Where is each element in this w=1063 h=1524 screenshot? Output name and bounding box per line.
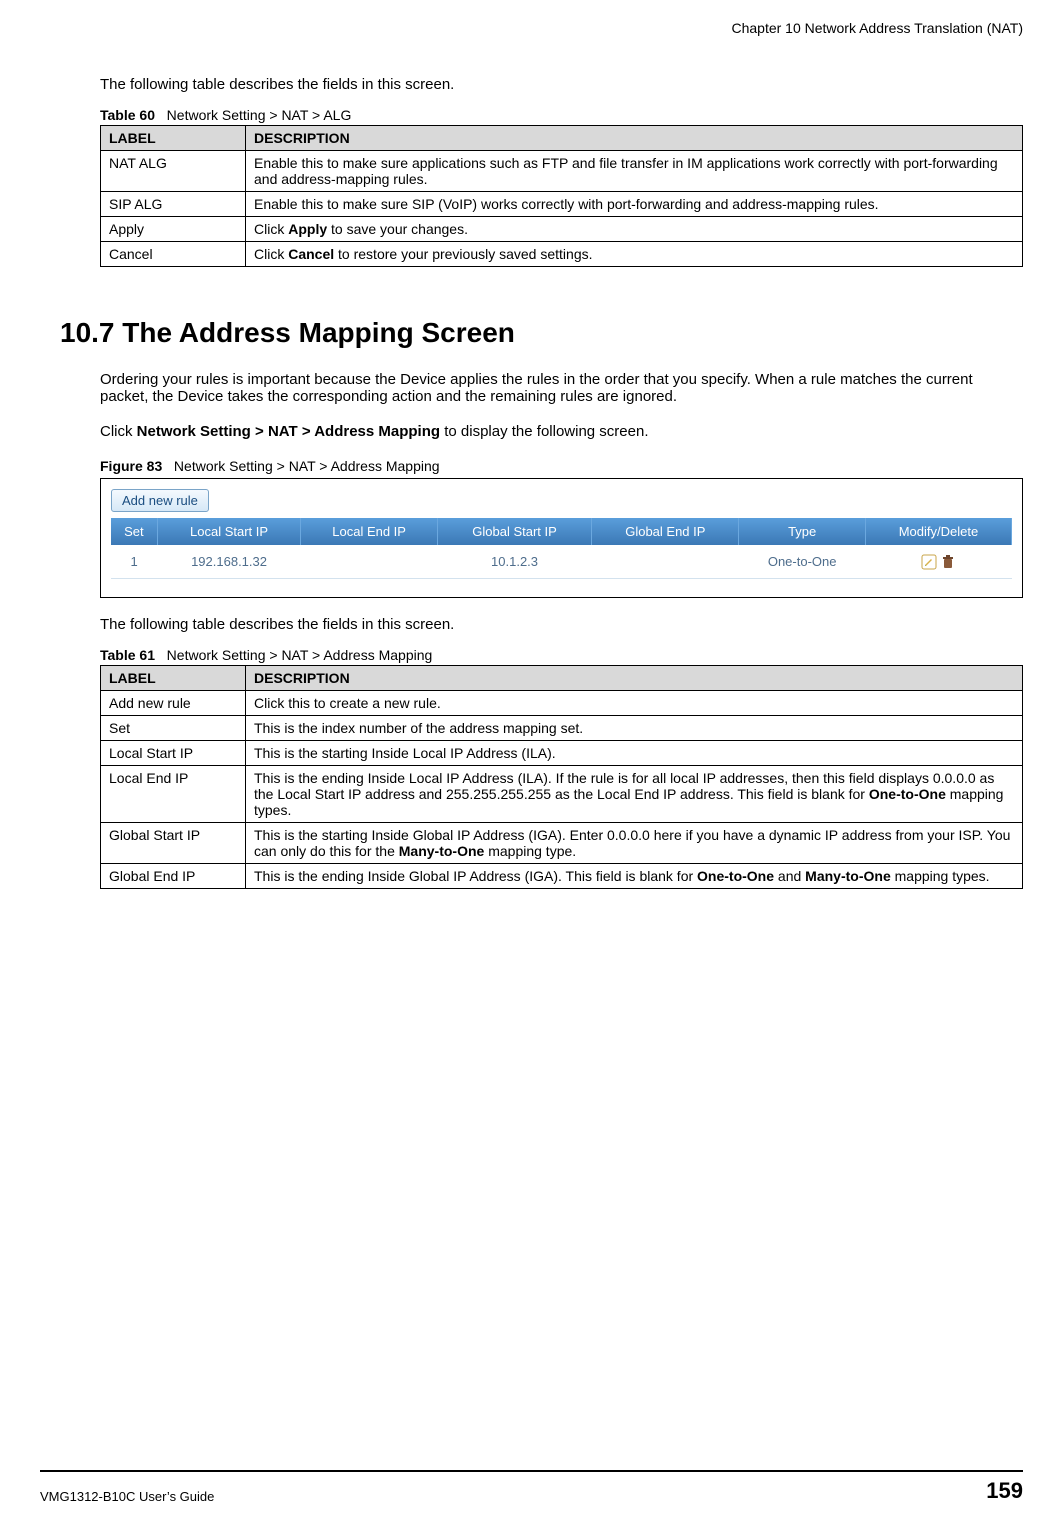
col-set: Set bbox=[111, 518, 157, 545]
figure83-screenshot: Add new rule Set Local Start IP Local En… bbox=[100, 478, 1023, 598]
edit-icon[interactable] bbox=[921, 554, 937, 570]
cell-description: This is the starting Inside Local IP Add… bbox=[246, 740, 1023, 765]
figure83-caption-prefix: Figure 83 bbox=[100, 458, 162, 474]
col-global-end-ip: Global End IP bbox=[592, 518, 739, 545]
cell-label: Set bbox=[101, 715, 246, 740]
col-type: Type bbox=[739, 518, 865, 545]
intro-text-1: The following table describes the fields… bbox=[100, 76, 1023, 93]
cell-label: Global Start IP bbox=[101, 822, 246, 863]
figure83-caption-text: Network Setting > NAT > Address Mapping bbox=[174, 458, 440, 474]
paragraph-click-path: Click Network Setting > NAT > Address Ma… bbox=[100, 423, 1023, 440]
table-row: CancelClick Cancel to restore your previ… bbox=[101, 242, 1023, 267]
cell-description: This is the ending Inside Global IP Addr… bbox=[246, 863, 1023, 888]
table61-head-desc: DESCRIPTION bbox=[246, 665, 1023, 690]
section-heading-10-7: 10.7 The Address Mapping Screen bbox=[60, 317, 1023, 349]
cell-global-end bbox=[592, 545, 739, 578]
table-row: Local End IPThis is the ending Inside Lo… bbox=[101, 765, 1023, 822]
cell-description: This is the starting Inside Global IP Ad… bbox=[246, 822, 1023, 863]
cell-description: This is the index number of the address … bbox=[246, 715, 1023, 740]
cell-local-start: 192.168.1.32 bbox=[157, 545, 301, 578]
table60-head-desc: DESCRIPTION bbox=[246, 126, 1023, 151]
table61-caption: Table 61 Network Setting > NAT > Address… bbox=[100, 647, 1023, 663]
table-row: Local Start IPThis is the starting Insid… bbox=[101, 740, 1023, 765]
cell-label: Local Start IP bbox=[101, 740, 246, 765]
cell-description: This is the ending Inside Local IP Addre… bbox=[246, 765, 1023, 822]
table60-head-label: LABEL bbox=[101, 126, 246, 151]
add-new-rule-button[interactable]: Add new rule bbox=[111, 489, 209, 512]
delete-icon[interactable] bbox=[940, 554, 956, 570]
table-row: SIP ALGEnable this to make sure SIP (VoI… bbox=[101, 192, 1023, 217]
cell-label: NAT ALG bbox=[101, 151, 246, 192]
col-local-end-ip: Local End IP bbox=[301, 518, 438, 545]
page-footer: VMG1312-B10C User’s Guide 159 bbox=[40, 1470, 1023, 1504]
table61-caption-prefix: Table 61 bbox=[100, 647, 155, 663]
cell-set: 1 bbox=[111, 545, 157, 578]
cell-label: Global End IP bbox=[101, 863, 246, 888]
table61: LABEL DESCRIPTION Add new ruleClick this… bbox=[100, 665, 1023, 889]
cell-local-end bbox=[301, 545, 438, 578]
address-mapping-table: Set Local Start IP Local End IP Global S… bbox=[111, 518, 1012, 579]
table61-caption-text: Network Setting > NAT > Address Mapping bbox=[167, 647, 433, 663]
cell-label: SIP ALG bbox=[101, 192, 246, 217]
cell-modify-delete bbox=[865, 545, 1011, 578]
chapter-header: Chapter 10 Network Address Translation (… bbox=[100, 20, 1023, 36]
cell-description: Enable this to make sure SIP (VoIP) work… bbox=[246, 192, 1023, 217]
table-row: ApplyClick Apply to save your changes. bbox=[101, 217, 1023, 242]
cell-label: Apply bbox=[101, 217, 246, 242]
cell-description: Click Cancel to restore your previously … bbox=[246, 242, 1023, 267]
table60: LABEL DESCRIPTION NAT ALGEnable this to … bbox=[100, 125, 1023, 267]
para2-bold: Network Setting > NAT > Address Mapping bbox=[137, 423, 440, 440]
footer-guide-name: VMG1312-B10C User’s Guide bbox=[40, 1489, 214, 1504]
col-modify-delete: Modify/Delete bbox=[865, 518, 1011, 545]
cell-description: Click Apply to save your changes. bbox=[246, 217, 1023, 242]
cell-description: Enable this to make sure applications su… bbox=[246, 151, 1023, 192]
table-row: 1 192.168.1.32 10.1.2.3 One-to-One bbox=[111, 545, 1012, 578]
table-row: Global End IPThis is the ending Inside G… bbox=[101, 863, 1023, 888]
cell-type: One-to-One bbox=[739, 545, 865, 578]
cell-label: Local End IP bbox=[101, 765, 246, 822]
para2-post: to display the following screen. bbox=[440, 423, 648, 440]
table-row: Add new ruleClick this to create a new r… bbox=[101, 690, 1023, 715]
table60-caption-prefix: Table 60 bbox=[100, 107, 155, 123]
table60-caption-text: Network Setting > NAT > ALG bbox=[167, 107, 352, 123]
table-row: NAT ALGEnable this to make sure applicat… bbox=[101, 151, 1023, 192]
table61-head-label: LABEL bbox=[101, 665, 246, 690]
cell-description: Click this to create a new rule. bbox=[246, 690, 1023, 715]
col-global-start-ip: Global Start IP bbox=[437, 518, 591, 545]
paragraph-ordering: Ordering your rules is important because… bbox=[100, 371, 1023, 405]
cell-global-start: 10.1.2.3 bbox=[437, 545, 591, 578]
para2-pre: Click bbox=[100, 423, 137, 440]
cell-label: Add new rule bbox=[101, 690, 246, 715]
cell-label: Cancel bbox=[101, 242, 246, 267]
figure83-caption: Figure 83 Network Setting > NAT > Addres… bbox=[100, 458, 1023, 474]
table-row: SetThis is the index number of the addre… bbox=[101, 715, 1023, 740]
footer-page-number: 159 bbox=[986, 1478, 1023, 1504]
table60-caption: Table 60 Network Setting > NAT > ALG bbox=[100, 107, 1023, 123]
intro-text-2: The following table describes the fields… bbox=[100, 616, 1023, 633]
table-row: Global Start IPThis is the starting Insi… bbox=[101, 822, 1023, 863]
col-local-start-ip: Local Start IP bbox=[157, 518, 301, 545]
